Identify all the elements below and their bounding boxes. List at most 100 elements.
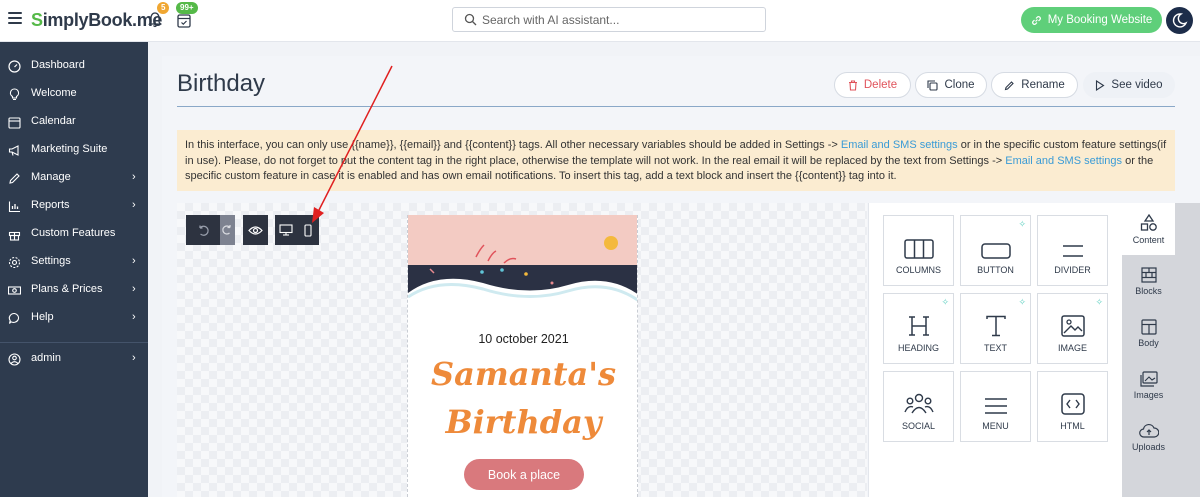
theme-toggle-avatar[interactable]: [1166, 7, 1193, 34]
desktop-view-button[interactable]: [275, 215, 297, 245]
email-sms-settings-link[interactable]: Email and SMS settings: [1005, 155, 1122, 167]
tab-label: Content: [1132, 234, 1165, 245]
annotation-arrow: [312, 65, 393, 223]
tab-label: Images: [1133, 389, 1164, 400]
chevron-right-icon: ›: [132, 311, 136, 323]
sidebar-item-label: Settings: [31, 255, 71, 267]
sparkle-icon: ✧: [1095, 297, 1103, 307]
desktop-icon: [279, 224, 293, 236]
top-bar: SimplyBook.me 5 99+ Search with AI assis…: [0, 0, 1200, 42]
search-icon: [464, 13, 477, 26]
pencil-icon: [1005, 80, 1015, 90]
tile-label: BUTTON: [977, 265, 1014, 275]
tile-button[interactable]: ✧ BUTTON: [960, 215, 1031, 286]
body-icon: [1140, 318, 1157, 335]
button-icon: [980, 243, 1011, 259]
hamburger-menu-icon[interactable]: [8, 12, 22, 26]
sidebar-item-label: Welcome: [31, 87, 77, 99]
images-icon: [1139, 370, 1158, 387]
tile-divider[interactable]: DIVIDER: [1037, 215, 1108, 286]
chevron-right-icon: ›: [132, 199, 136, 211]
rename-label: Rename: [1021, 79, 1065, 91]
page-title: Birthday: [177, 70, 266, 97]
tab-label: Uploads: [1131, 441, 1166, 452]
email-preview[interactable]: 10 october 2021 Samanta's Birthday Book …: [407, 215, 638, 497]
rename-button[interactable]: Rename: [991, 72, 1078, 98]
chevron-right-icon: ›: [132, 255, 136, 267]
sidebar-item-help[interactable]: Help ›: [0, 307, 148, 329]
sidebar: Dashboard Welcome Calendar Marketing Sui…: [0, 42, 148, 497]
sidebar-item-label: Dashboard: [31, 59, 85, 71]
tile-social[interactable]: SOCIAL: [883, 371, 954, 442]
shapes-icon: [1140, 213, 1157, 231]
sidebar-item-custom-features[interactable]: Custom Features: [0, 223, 148, 245]
sidebar-item-welcome[interactable]: Welcome: [0, 83, 148, 105]
copy-icon: [927, 79, 939, 91]
sidebar-item-dashboard[interactable]: Dashboard: [0, 55, 148, 77]
tile-text[interactable]: ✧ TEXT: [960, 293, 1031, 364]
search-input[interactable]: Search with AI assistant...: [452, 7, 766, 32]
tab-uploads[interactable]: Uploads: [1122, 411, 1175, 463]
tile-label: MENU: [982, 421, 1009, 431]
sidebar-item-label: Manage: [31, 171, 71, 183]
sidebar-item-calendar[interactable]: Calendar: [0, 111, 148, 133]
tile-image[interactable]: ✧ IMAGE: [1037, 293, 1108, 364]
chat-icon: [8, 312, 20, 324]
preview-button[interactable]: [243, 215, 268, 245]
sidebar-item-plans-prices[interactable]: Plans & Prices ›: [0, 279, 148, 301]
sidebar-item-label: Plans & Prices: [31, 283, 103, 295]
sidebar-item-label: Reports: [31, 199, 70, 211]
text-icon: [985, 315, 1006, 337]
sidebar-item-admin[interactable]: admin ›: [0, 348, 148, 370]
see-video-button[interactable]: See video: [1083, 72, 1175, 98]
sidebar-item-manage[interactable]: Manage ›: [0, 167, 148, 189]
tile-columns[interactable]: COLUMNS: [883, 215, 954, 286]
pencil-icon: [9, 173, 20, 184]
book-a-place-button[interactable]: Book a place: [464, 459, 584, 490]
sidebar-item-marketing-suite[interactable]: Marketing Suite: [0, 139, 148, 161]
tab-body[interactable]: Body: [1122, 307, 1175, 359]
email-sms-settings-link[interactable]: Email and SMS settings: [841, 139, 958, 151]
tab-label: Body: [1138, 337, 1159, 348]
heading-icon: [908, 316, 929, 336]
user-icon: [8, 353, 21, 366]
link-icon: [1031, 15, 1041, 25]
tab-content[interactable]: Content: [1122, 203, 1175, 255]
calendar-check-icon[interactable]: [177, 12, 191, 28]
email-name-heading: Samanta's: [430, 355, 617, 393]
sparkle-icon: ✧: [1018, 219, 1026, 229]
booking-button-label: My Booking Website: [1047, 14, 1153, 26]
sidebar-item-reports[interactable]: Reports ›: [0, 195, 148, 217]
delete-button[interactable]: Delete: [834, 72, 911, 98]
redo-button[interactable]: [220, 215, 235, 245]
undo-button[interactable]: [186, 215, 220, 245]
cloud-upload-icon: [1138, 423, 1159, 438]
gear-icon: [8, 256, 21, 269]
columns-icon: [903, 239, 934, 259]
chevron-right-icon: ›: [132, 352, 136, 364]
tile-heading[interactable]: ✧ HEADING: [883, 293, 954, 364]
logo[interactable]: SimplyBook.me: [31, 10, 162, 31]
bell-icon[interactable]: [148, 12, 162, 28]
email-date: 10 october 2021: [478, 332, 569, 346]
tab-images[interactable]: Images: [1122, 359, 1175, 411]
sparkle-icon: ✧: [941, 297, 949, 307]
logo-initial: S: [31, 10, 43, 30]
chart-icon: [8, 201, 20, 213]
tile-label: DIVIDER: [1054, 265, 1091, 275]
sidebar-item-label: Custom Features: [31, 227, 116, 239]
my-booking-website-button[interactable]: My Booking Website: [1021, 7, 1162, 33]
redo-icon: [222, 225, 231, 235]
sidebar-item-settings[interactable]: Settings ›: [0, 251, 148, 273]
tab-blocks[interactable]: Blocks: [1122, 255, 1175, 307]
editor-side-tabs: Content Blocks Body Images Uploads: [1122, 203, 1200, 497]
divider-icon: [1062, 245, 1083, 257]
eye-icon: [248, 225, 263, 235]
play-icon: [1096, 79, 1105, 91]
tile-menu[interactable]: MENU: [960, 371, 1031, 442]
clone-button[interactable]: Clone: [915, 72, 987, 98]
tile-html[interactable]: HTML: [1037, 371, 1108, 442]
search-placeholder: Search with AI assistant...: [482, 13, 620, 27]
tile-label: TEXT: [983, 343, 1007, 353]
html-icon: [1060, 393, 1085, 415]
